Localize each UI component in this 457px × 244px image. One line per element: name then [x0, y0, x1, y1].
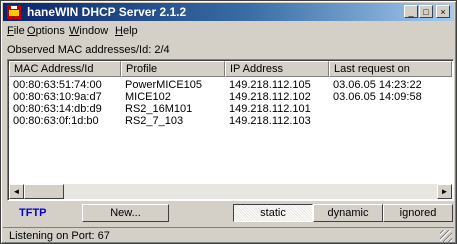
static-button[interactable]: static — [233, 204, 313, 222]
tftp-label[interactable]: TFTP — [19, 207, 47, 219]
profile-cell: RS2_16M101 — [125, 103, 193, 115]
profile-cell: MICE102 — [125, 91, 171, 103]
menu-help[interactable]: Help — [115, 25, 138, 37]
maximize-button[interactable]: □ — [419, 5, 433, 18]
close-button[interactable]: × — [436, 5, 450, 18]
window-title: haneWIN DHCP Server 2.1.2 — [27, 5, 187, 19]
ip-cell: 149.218.112.102 — [229, 91, 311, 103]
menu-bar: File Options Window Help — [3, 23, 454, 40]
mac-cell: 00:80:63:14:db:d9 — [13, 103, 102, 115]
last-request-cell: 03.06.05 14:23:22 — [333, 79, 422, 91]
column-header-mac[interactable]: MAC Address/Id — [9, 61, 121, 77]
scroll-right-icon[interactable]: ► — [437, 184, 452, 199]
dynamic-button[interactable]: dynamic — [313, 204, 383, 222]
mac-address-list[interactable]: MAC Address/Id Profile IP Address Last r… — [7, 59, 454, 201]
mac-cell: 00:80:63:0f:1d:b0 — [13, 115, 99, 127]
app-window: haneWIN DHCP Server 2.1.2 _ □ × File Opt… — [0, 0, 457, 244]
ip-cell: 149.218.112.101 — [229, 103, 311, 115]
scroll-thumb[interactable] — [24, 184, 64, 199]
menu-file[interactable]: File — [7, 25, 25, 37]
column-header-ip[interactable]: IP Address — [225, 61, 329, 77]
profile-cell: PowerMICE105 — [125, 79, 203, 91]
column-header-last-request[interactable]: Last request on — [329, 61, 452, 77]
last-request-cell: 03.06.05 14:09:58 — [333, 91, 422, 103]
menu-options[interactable]: Options — [27, 25, 65, 37]
resize-grip-icon[interactable] — [440, 230, 452, 242]
scroll-left-icon[interactable]: ◄ — [9, 184, 24, 199]
status-text: Listening on Port: 67 — [9, 230, 110, 242]
column-header-profile[interactable]: Profile — [121, 61, 225, 77]
mac-cell: 00:80:63:10:9a:d7 — [13, 91, 102, 103]
ignored-button[interactable]: ignored — [383, 204, 453, 222]
minimize-button[interactable]: _ — [404, 5, 418, 18]
action-bar: TFTP New... static dynamic ignored — [3, 202, 454, 224]
title-bar[interactable]: haneWIN DHCP Server 2.1.2 _ □ × — [3, 3, 454, 21]
menu-window[interactable]: Window — [69, 25, 108, 37]
status-bar: Listening on Port: 67 — [3, 227, 454, 243]
profile-cell: RS2_7_103 — [125, 115, 184, 127]
ip-cell: 149.218.112.103 — [229, 115, 311, 127]
mac-cell: 00:80:63:51:74:00 — [13, 79, 102, 91]
ip-cell: 149.218.112.105 — [229, 79, 311, 91]
app-icon — [7, 5, 21, 19]
new-button[interactable]: New... — [82, 204, 169, 222]
horizontal-scrollbar[interactable]: ◄ ► — [9, 184, 452, 199]
observed-count-label: Observed MAC addresses/Id: 2/4 — [7, 44, 170, 56]
